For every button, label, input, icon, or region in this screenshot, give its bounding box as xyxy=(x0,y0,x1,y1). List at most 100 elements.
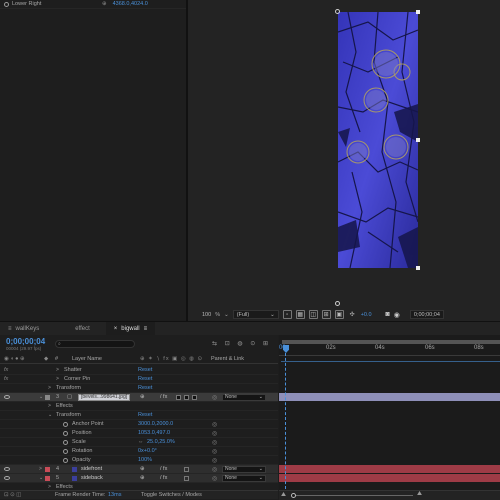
stopwatch-icon[interactable] xyxy=(63,439,68,445)
region-of-interest-icon[interactable]: ▫ xyxy=(282,310,292,319)
timeline-search-input[interactable]: ⌕ xyxy=(55,340,135,348)
reset-link[interactable]: Reset xyxy=(138,376,152,382)
transform-handle[interactable] xyxy=(416,138,420,142)
expression-pickwhip-icon[interactable]: ◎ xyxy=(212,457,217,464)
fx-switch-icon[interactable]: / fx xyxy=(160,466,167,472)
stopwatch-icon[interactable] xyxy=(63,457,68,463)
expand-arrow-icon[interactable]: > xyxy=(56,367,59,373)
adjustment-switch[interactable] xyxy=(184,394,189,400)
expression-pickwhip-icon[interactable]: ◎ xyxy=(212,448,217,455)
playhead-line[interactable] xyxy=(285,353,286,489)
transparency-grid-icon[interactable]: ▦ xyxy=(295,310,305,319)
eye-icon[interactable] xyxy=(4,467,10,471)
tab-menu-icon[interactable]: ≡ xyxy=(144,326,148,332)
property-row[interactable]: Anchor Point 3000.0,2000.0 ◎ xyxy=(0,420,278,429)
transform-handle[interactable] xyxy=(335,301,340,306)
tab-bigwall[interactable]: × bigwall ≡ xyxy=(105,321,156,336)
constrain-proportions-icon[interactable]: ⇔ xyxy=(138,439,144,445)
effects-group-row[interactable]: > Effects xyxy=(0,402,278,411)
timeline-switches-icons[interactable]: ⇆ ⊡ ◍ ⊙ ⊞ xyxy=(212,340,271,347)
property-value[interactable]: 4368.0,4024.0 xyxy=(113,1,148,7)
close-icon[interactable]: × xyxy=(114,326,118,332)
av-column-icon[interactable]: ◉ ◖ ● ⊕ xyxy=(4,356,25,362)
layer-duration-bar[interactable] xyxy=(279,393,500,401)
shy-switch-icon[interactable]: ⊕ xyxy=(140,475,145,481)
reset-link[interactable]: Reset xyxy=(138,367,152,373)
property-value[interactable]: 1053.0,497.0 xyxy=(138,430,170,436)
property-row[interactable]: Position 1053.0,497.0 ◎ xyxy=(0,429,278,438)
fx-icon[interactable]: fx xyxy=(4,367,8,373)
motion-blur-switch[interactable] xyxy=(184,475,189,481)
toggle-switches-modes[interactable]: Toggle Switches / Modes xyxy=(141,492,202,498)
property-value[interactable]: 25.0,25.0% xyxy=(147,439,175,445)
expand-arrow-icon[interactable]: > xyxy=(56,376,59,382)
label-color-swatch[interactable] xyxy=(45,394,50,400)
expression-pickwhip-icon[interactable]: ◎ xyxy=(212,439,217,446)
shy-switch-icon[interactable]: ⊕ xyxy=(140,466,145,472)
show-snapshot-icon[interactable]: ◉ xyxy=(394,311,400,319)
time-ruler[interactable]: 00s 02s 04s 06s 08s xyxy=(279,345,500,355)
stopwatch-icon[interactable] xyxy=(63,421,68,427)
label-color-swatch[interactable] xyxy=(45,466,50,472)
3d-switch[interactable] xyxy=(192,394,197,400)
expand-arrow-icon[interactable]: ⌄ xyxy=(39,394,43,400)
transform-group-row[interactable]: ⌄ Transform Reset xyxy=(0,411,278,420)
stopwatch-icon[interactable] xyxy=(63,430,68,436)
expand-arrow-icon[interactable]: > xyxy=(48,403,51,409)
layer-name-header[interactable]: Layer Name xyxy=(72,356,102,362)
guides-icon[interactable]: ⊞ xyxy=(321,310,331,319)
transform-handle[interactable] xyxy=(416,10,420,14)
layer-row[interactable]: ⌄ 3 ▢ [bevels...998641.jpg] ⊕ / fx ◎ Non… xyxy=(0,393,278,402)
layer-name-field[interactable]: [bevels...998641.jpg] xyxy=(78,393,131,401)
parent-pickwhip-icon[interactable]: ◎ xyxy=(212,466,217,473)
mask-visibility-icon[interactable]: ◫ xyxy=(308,310,318,319)
tab-effect[interactable]: effect xyxy=(67,322,98,336)
tab-wallkeys[interactable]: ≡ wallKeys xyxy=(0,322,47,336)
layer-row[interactable]: > 4 sidefront ⊕ / fx ◎ None ⌄ xyxy=(0,465,278,474)
composition-frame[interactable] xyxy=(338,12,418,268)
transform-group-row[interactable]: > Transform Reset xyxy=(0,384,278,393)
expand-arrow-icon[interactable]: ⌄ xyxy=(39,475,43,481)
property-value[interactable]: 100% xyxy=(138,457,152,463)
parent-pickwhip-icon[interactable]: ◎ xyxy=(212,475,217,482)
crosshair-icon[interactable]: ⊕ xyxy=(102,1,107,7)
layer-row[interactable]: ⌄ 5 sideback ⊕ / fx ◎ None ⌄ xyxy=(0,474,278,483)
transform-handle[interactable] xyxy=(416,266,420,270)
expand-arrow-icon[interactable]: > xyxy=(48,385,51,391)
current-time[interactable]: 0;00;00;04 xyxy=(6,337,45,346)
parent-dropdown[interactable]: None ⌄ xyxy=(222,393,266,401)
zoom-slider[interactable] xyxy=(293,495,413,496)
channel-icon[interactable]: ▣ xyxy=(334,310,344,319)
label-column-icon[interactable]: ◆ xyxy=(44,356,48,362)
color-management-icon[interactable]: ✣ xyxy=(348,310,357,319)
layer-name[interactable]: sidefront xyxy=(81,466,102,472)
fx-switch-icon[interactable]: / fx xyxy=(160,394,167,400)
work-area-bar[interactable] xyxy=(282,340,500,344)
zoom-out-icon[interactable]: ⛰ xyxy=(281,492,286,499)
effect-row[interactable]: fx > Corner Pin Reset xyxy=(0,375,278,384)
stopwatch-icon[interactable] xyxy=(63,448,68,454)
motion-blur-switch[interactable] xyxy=(184,466,189,472)
expand-arrow-icon[interactable]: ⌄ xyxy=(48,412,52,418)
fx-switch-icon[interactable]: / fx xyxy=(160,475,167,481)
zoom-slider-handle[interactable] xyxy=(291,493,296,498)
zoom-value[interactable]: 100 xyxy=(202,312,211,318)
label-color-swatch[interactable] xyxy=(45,475,50,481)
timeline-tracks[interactable]: 00s 02s 04s 06s 08s ⛰ ⛰ xyxy=(279,335,500,500)
parent-dropdown[interactable]: None ⌄ xyxy=(222,465,266,473)
parent-pickwhip-icon[interactable]: ◎ xyxy=(212,394,217,401)
eye-icon[interactable] xyxy=(4,476,10,480)
layer-duration-bar[interactable] xyxy=(279,474,500,482)
viewer-timecode[interactable]: 0;00;00;04 xyxy=(409,310,444,319)
reset-link[interactable]: Reset xyxy=(138,385,152,391)
layer-duration-bar[interactable] xyxy=(279,465,500,473)
camera-snapshot-icon[interactable]: ◙ xyxy=(386,311,390,318)
shy-switch-icon[interactable]: ⊕ xyxy=(140,394,145,400)
expression-pickwhip-icon[interactable]: ◎ xyxy=(212,430,217,437)
expand-arrow-icon[interactable]: > xyxy=(39,466,42,472)
fx-icon[interactable]: fx xyxy=(4,376,8,382)
property-row[interactable]: Scale ⇔ 25.0,25.0% ◎ xyxy=(0,438,278,447)
transform-handle[interactable] xyxy=(335,9,340,14)
exposure-value[interactable]: +0.0 xyxy=(361,312,372,318)
resolution-select[interactable]: (Full) ⌄ xyxy=(232,310,279,319)
